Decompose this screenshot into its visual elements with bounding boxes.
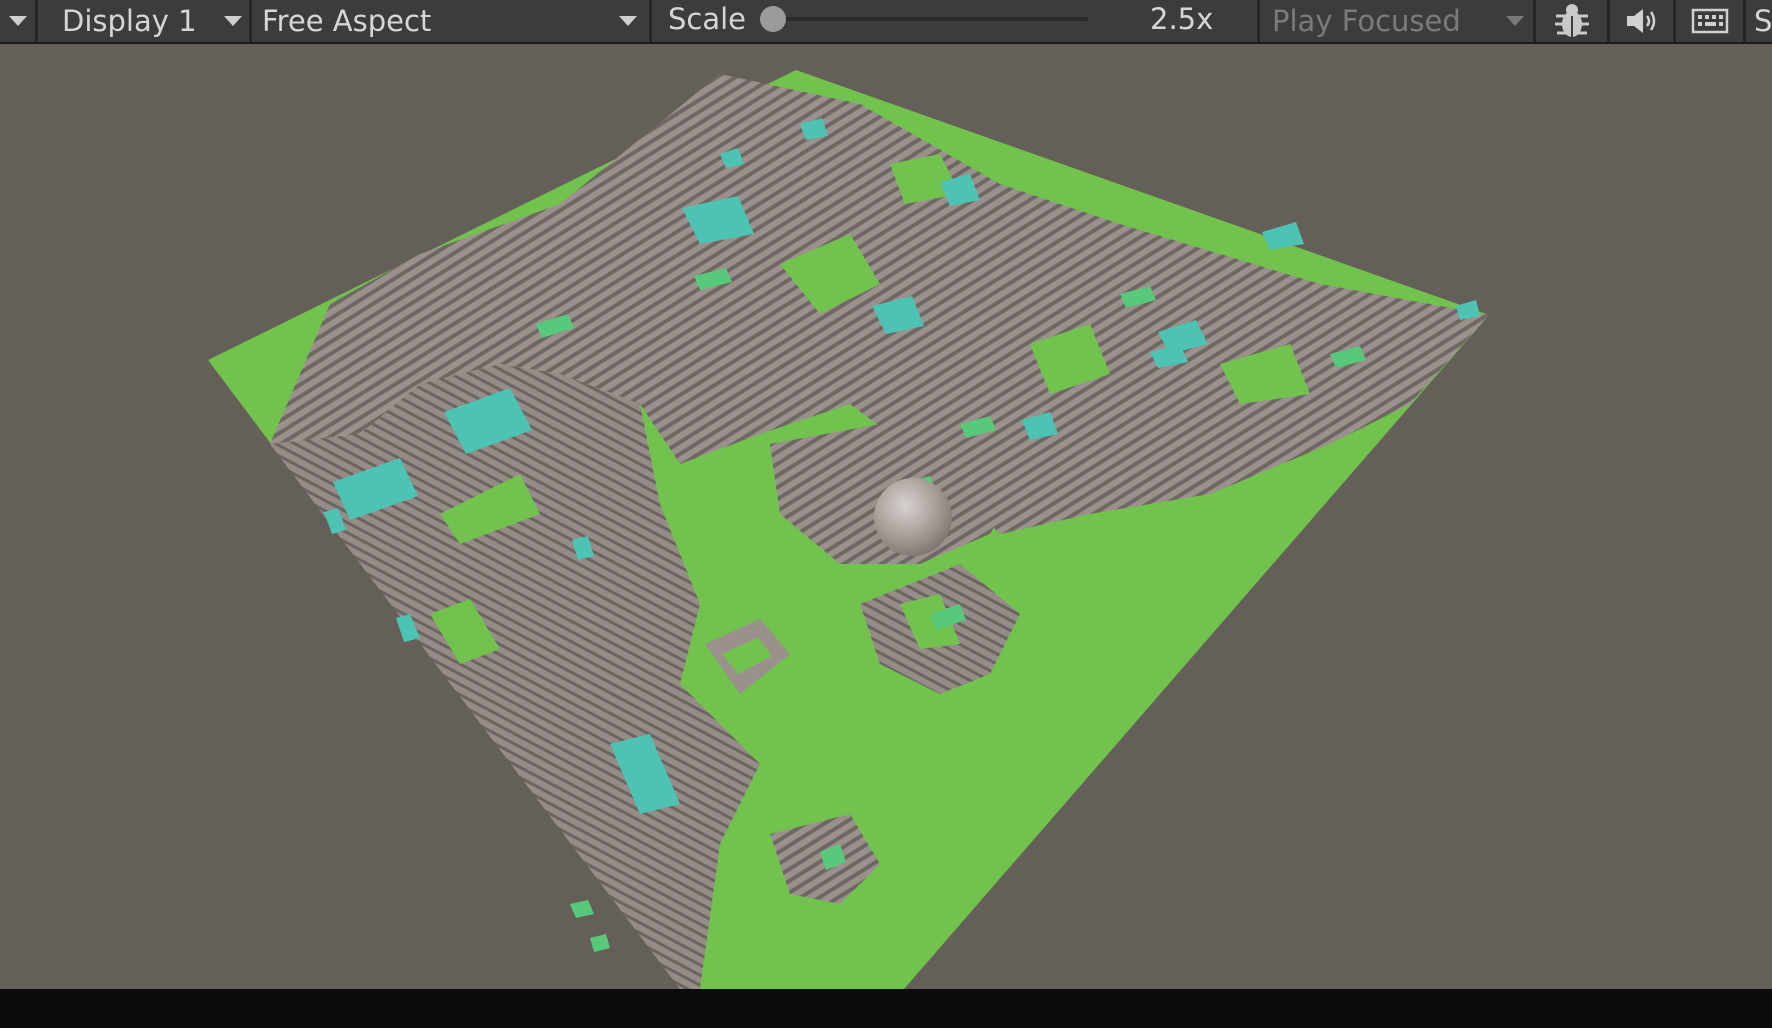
chevron-down-icon <box>619 16 637 26</box>
scale-slider-track[interactable] <box>772 17 1088 21</box>
game-view-toolbar: Display 1 Free Aspect Scale 2.5x Play Fo… <box>0 0 1772 44</box>
bug-icon <box>1554 4 1589 37</box>
scale-label: Scale <box>668 2 747 36</box>
voxel-terrain-scene <box>208 70 1489 989</box>
stats-toggle[interactable]: S <box>1746 0 1772 42</box>
aspect-select[interactable]: Free Aspect <box>252 0 652 42</box>
grey-sphere[interactable] <box>874 478 952 556</box>
chevron-down-icon <box>8 16 27 26</box>
game-view-menu-dropdown[interactable] <box>0 0 38 42</box>
bottom-status-bar <box>0 989 1772 1028</box>
play-mode-label: Play Focused <box>1272 4 1461 38</box>
display-select[interactable]: Display 1 <box>38 0 252 42</box>
scale-slider-knob[interactable] <box>760 6 786 32</box>
aspect-select-label: Free Aspect <box>262 4 432 38</box>
game-viewport[interactable] <box>0 44 1772 989</box>
chevron-down-icon <box>1506 16 1524 26</box>
scale-value: 2.5x <box>1150 2 1214 36</box>
mute-audio-toggle[interactable] <box>1610 0 1676 42</box>
play-mode-select[interactable]: Play Focused <box>1260 0 1536 42</box>
scale-control: Scale 2.5x <box>652 0 1260 42</box>
keyboard-shortcuts-toggle[interactable] <box>1676 0 1746 42</box>
display-select-label: Display 1 <box>62 4 197 38</box>
audio-icon <box>1626 9 1655 33</box>
debug-toggle[interactable] <box>1536 0 1610 42</box>
chevron-down-icon <box>224 16 242 26</box>
keyboard-icon <box>1691 8 1728 34</box>
stats-label: S <box>1754 4 1772 38</box>
